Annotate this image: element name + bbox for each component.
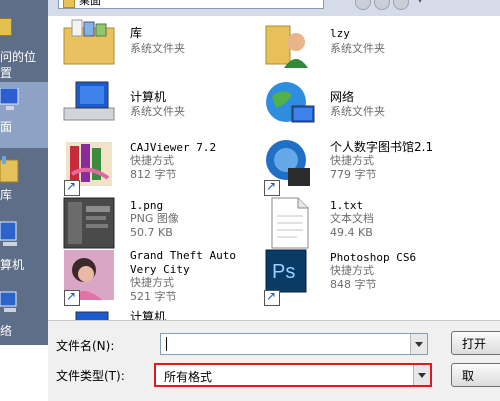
network-globe-icon (266, 82, 315, 123)
text-document-icon (271, 197, 309, 249)
filename-label: 文件名(N): (56, 339, 115, 353)
file-name: Photoshop CS6 (330, 251, 417, 264)
file-type: 快捷方式 (130, 154, 174, 167)
list-item[interactable]: 库 系统文件夹 (62, 16, 262, 76)
view-menu-icon[interactable]: ▾ (412, 0, 428, 8)
look-in-combobox[interactable]: 桌面 (58, 0, 324, 9)
file-size: 49.4 KB (330, 226, 373, 239)
network-icon (0, 291, 17, 312)
sidebar-item-recent[interactable]: 问的位 置 (0, 18, 48, 82)
file-size: 848 字节 (330, 278, 377, 291)
sidebar-item-library[interactable]: 库 (0, 152, 48, 212)
look-in-value: 桌面 (79, 0, 101, 7)
sidebar-item-recent-label: 问的位 (0, 50, 37, 64)
recent-places-icon (0, 18, 12, 36)
list-item[interactable]: CAJViewer 7.2 快捷方式 812 字节 (62, 138, 262, 198)
file-name: 计算机 (130, 90, 167, 104)
shortcut-arrow-icon (264, 179, 280, 196)
desktop-monitor-icon (0, 88, 19, 110)
library-icon (0, 156, 19, 183)
shortcut-arrow-icon (64, 179, 80, 196)
back-icon[interactable] (355, 0, 371, 10)
file-name: CAJViewer 7.2 (130, 141, 217, 154)
sidebar-item-desktop[interactable]: 面 (0, 82, 48, 148)
file-type: 文本文档 (330, 212, 374, 225)
file-type: 系统文件夹 (130, 42, 185, 55)
list-item[interactable]: lzy 系统文件夹 (262, 16, 462, 76)
up-folder-icon[interactable] (374, 0, 390, 10)
file-type: 系统文件夹 (330, 42, 385, 55)
filetype-value: 所有格式 (164, 370, 213, 384)
file-name: 个人数字图书馆2.1 (330, 140, 434, 154)
list-item[interactable]: 1.png PNG 图像 50.7 KB (62, 196, 262, 256)
file-list: 库 系统文件夹 lzy 系统文件夹 计算机 系统文件夹 网络 系统文件夹 ↗ C… (50, 16, 500, 336)
shortcut-arrow-icon (64, 289, 80, 306)
sidebar-item-network[interactable]: 络 (0, 284, 48, 344)
file-name-line-2: Very City (130, 263, 190, 276)
computer-icon (63, 81, 115, 121)
file-name: lzy (330, 27, 350, 40)
file-size: 779 字节 (330, 168, 377, 181)
sidebar-item-computer-label: 算机 (0, 258, 25, 272)
list-item[interactable]: 网络 系统文件夹 (262, 78, 462, 138)
computer-icon (0, 221, 17, 246)
sidebar-item-computer[interactable]: 算机 (0, 216, 48, 272)
address-bar: 桌面 ▾ (0, 0, 500, 16)
chevron-down-icon[interactable] (410, 334, 427, 354)
folder-icon (63, 0, 75, 8)
file-name: 1.txt (330, 199, 364, 212)
file-name: 1.png (130, 199, 164, 212)
filename-field[interactable] (160, 333, 428, 355)
list-item[interactable]: Ps Photoshop CS6 快捷方式 848 字节 (262, 248, 462, 308)
png-thumbnail-icon (63, 197, 115, 249)
user-folder-icon (265, 25, 308, 68)
list-item[interactable]: 计算机 系统文件夹 (62, 78, 262, 138)
navigation-buttons: ▾ (355, 0, 428, 10)
file-type: 系统文件夹 (330, 105, 385, 118)
sidebar-item-library-label: 库 (0, 188, 13, 202)
sidebar-item-desktop-label: 面 (0, 120, 13, 134)
filetype-label: 文件类型(T): (56, 369, 125, 383)
file-type: 快捷方式 (130, 276, 174, 289)
svg-text:Ps: Ps (272, 261, 295, 283)
file-name: 库 (130, 26, 143, 40)
list-item[interactable]: 个人数字图书馆2.1 快捷方式 779 字节 (262, 138, 462, 198)
filetype-select[interactable]: 所有格式 (154, 363, 432, 387)
file-size: 521 字节 (130, 290, 177, 303)
file-type: 快捷方式 (330, 154, 374, 167)
file-type: 快捷方式 (330, 264, 374, 277)
list-item[interactable]: Grand Theft Auto Very City 快捷方式 521 字节 (62, 248, 262, 308)
file-size: 50.7 KB (130, 226, 173, 239)
shortcut-arrow-icon (264, 289, 280, 306)
sidebar-item-network-label: 络 (0, 324, 13, 338)
list-item[interactable]: 1.txt 文本文档 49.4 KB (262, 196, 462, 256)
file-name: 网络 (330, 90, 355, 104)
file-size: 812 字节 (130, 168, 177, 181)
file-name: Grand Theft Auto (130, 249, 236, 262)
text-caret (166, 337, 167, 351)
library-folder-icon (63, 19, 115, 65)
chevron-down-icon[interactable] (413, 365, 430, 385)
sidebar-item-recent-label-2: 置 (0, 66, 13, 80)
places-sidebar: 问的位 置 面 库 算机 络 (0, 0, 48, 345)
new-folder-icon[interactable] (393, 0, 409, 10)
file-type: PNG 图像 (130, 212, 179, 225)
open-button[interactable]: 打开 (451, 331, 500, 355)
file-type: 系统文件夹 (130, 105, 185, 118)
cancel-button[interactable]: 取 (451, 363, 500, 387)
dialog-footer: 文件名(N): 打开 文件类型(T): 所有格式 取 (48, 320, 500, 401)
